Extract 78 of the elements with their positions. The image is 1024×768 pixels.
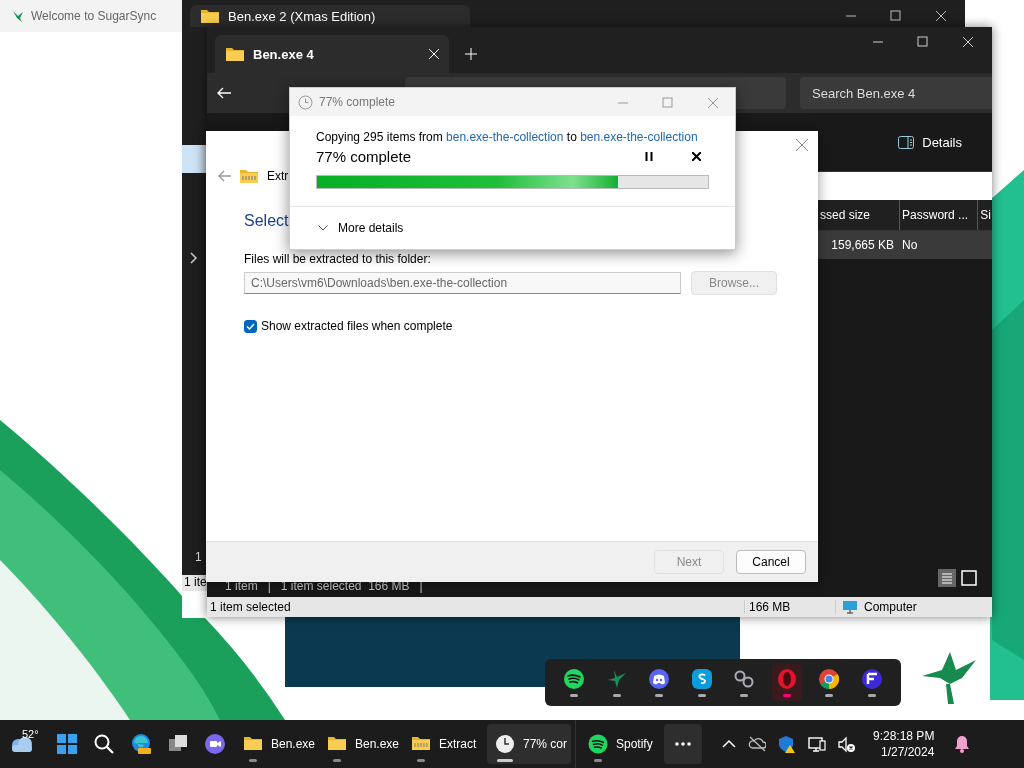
folder-path-field[interactable]: C:\Users\vm6\Downloads\ben.exe-the-collection <box>244 272 681 294</box>
zip-folder-icon <box>239 167 259 185</box>
letter-f-icon <box>860 668 883 690</box>
tab[interactable]: Ben.exe 4 <box>215 35 449 73</box>
shield-warning-icon[interactable] <box>778 735 796 753</box>
taskbar-app-button[interactable]: Extract <box>403 724 487 764</box>
tab-label: Ben.exe 2 (Xmas Edition) <box>228 8 376 24</box>
chain-icon <box>733 668 756 690</box>
tab[interactable]: Ben.exe 2 (Xmas Edition) <box>190 5 470 27</box>
taskbar-app-button[interactable]: 77% cor <box>487 724 571 764</box>
bird-icon <box>11 9 25 23</box>
taskbar-app-button[interactable]: Ben.exe <box>235 724 319 764</box>
taskbar-app-button[interactable]: Ben.exe <box>319 724 403 764</box>
checkbox[interactable] <box>244 319 257 333</box>
check-icon <box>246 322 255 330</box>
progress-status: 77% complete <box>316 148 413 165</box>
folder-icon <box>225 45 245 63</box>
details-button[interactable]: Details <box>892 133 968 151</box>
more-button[interactable] <box>664 724 702 764</box>
windows-logo-icon <box>56 733 78 755</box>
status-text: 166 MB <box>744 600 835 614</box>
status-text: Computer <box>864 600 917 614</box>
letter-s-icon <box>690 668 713 690</box>
window-controls-icon <box>618 96 719 110</box>
spotify-logo-icon <box>563 668 586 690</box>
panel-icon <box>898 135 915 149</box>
list-text: 1 <box>195 550 202 564</box>
computer-icon <box>842 600 858 614</box>
field-label: Files will be extracted to this folder: <box>244 252 432 266</box>
taskbar-app-button[interactable]: Spotify <box>580 724 664 764</box>
browser-logo-icon <box>818 668 841 690</box>
close-icon <box>692 152 701 161</box>
clock-icon <box>495 734 515 754</box>
window-title: Welcome to SugarSync <box>31 9 157 23</box>
checkbox-label: Show extracted files when complete <box>261 319 453 333</box>
cancel-button[interactable]: Cancel <box>736 550 806 574</box>
chevron-icon <box>190 252 198 264</box>
dialog-title: 77% complete <box>319 95 396 109</box>
cloud-off-icon[interactable] <box>748 736 766 752</box>
game-controller-icon <box>648 668 671 690</box>
tab-label: Ben.exe 4 <box>253 46 315 62</box>
status-text: 1 item selected <box>209 600 292 614</box>
table-row[interactable]: 159,665 KB No <box>818 231 992 259</box>
more-icon <box>675 742 691 746</box>
folder-icon <box>200 7 220 25</box>
tiles-view-icon[interactable] <box>960 569 978 587</box>
plus-icon[interactable] <box>465 48 477 60</box>
ring-logo-icon <box>775 668 798 690</box>
dialog-title: Extr <box>267 169 289 183</box>
network-icon[interactable] <box>808 735 826 753</box>
chevron-up-icon[interactable] <box>722 739 736 749</box>
link[interactable]: ben.exe-the-collection <box>580 130 698 144</box>
search-field[interactable]: Search Ben.exe 4 <box>800 77 992 109</box>
window-controls-icon <box>873 35 974 49</box>
more-details-toggle[interactable]: More details <box>318 221 404 235</box>
link[interactable]: ben.exe-the-collection <box>446 130 564 144</box>
search-icon <box>93 733 115 755</box>
pause-button[interactable] <box>645 152 653 161</box>
clock[interactable]: 9:28:18 PM 1/27/2024 <box>867 727 941 761</box>
pane-icon <box>182 145 207 173</box>
dialog-heading: Select <box>244 212 289 230</box>
clock-icon <box>298 94 313 110</box>
table-cell-text: 159,665 KB <box>830 238 895 252</box>
table-cell-text: No <box>902 238 919 252</box>
column-header[interactable]: Si <box>978 200 992 230</box>
temperature: 52° <box>22 728 39 740</box>
chevron-icon <box>318 225 328 231</box>
browser-logo-icon <box>130 733 152 755</box>
spotify-logo-icon <box>588 734 608 754</box>
column-header[interactable]: Password ... <box>900 200 979 230</box>
speaker-muted-icon[interactable] <box>838 735 855 753</box>
video-chat-icon <box>204 733 226 755</box>
status-text: 1 ite <box>182 575 207 591</box>
pause-icon <box>645 152 653 161</box>
cancel-button[interactable] <box>692 152 701 161</box>
window-controls-icon <box>846 9 947 23</box>
copy-message: Copying 295 items from ben.exe-the-collection to ben.exe-the-collection <box>316 130 699 144</box>
bell-icon[interactable] <box>954 735 971 753</box>
